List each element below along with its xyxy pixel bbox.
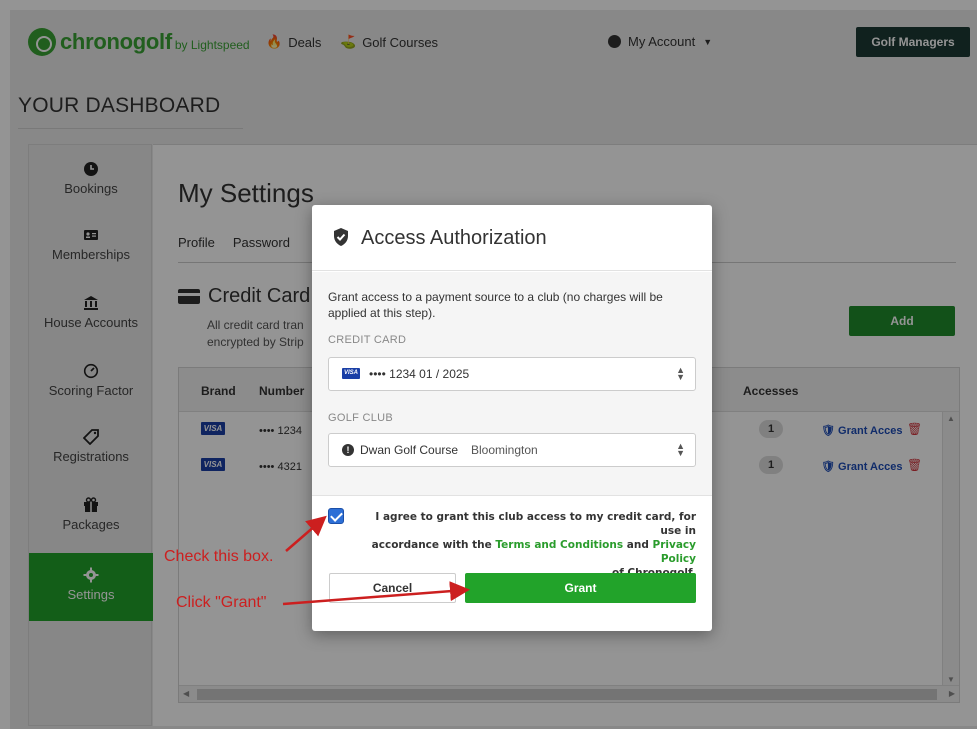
- annotation-click-grant: Click "Grant": [176, 594, 267, 611]
- credit-card-label: CREDIT CARD: [328, 334, 407, 346]
- credit-card-value: •••• 1234 01 / 2025: [369, 367, 470, 381]
- page: chronogolf by Lightspeed 🔥 Deals ⛳ Golf …: [0, 0, 977, 729]
- agree-line-2a: accordance with the: [371, 539, 496, 551]
- agree-line-2b: and: [623, 539, 653, 551]
- annotation-check-box: Check this box.: [164, 548, 274, 565]
- terms-link[interactable]: Terms and Conditions: [495, 539, 623, 551]
- golf-club-select[interactable]: ! Dwan Golf Course Bloomington ▲ ▼: [328, 433, 696, 467]
- modal-header: Access Authorization: [312, 205, 712, 271]
- agree-line-2: accordance with the Terms and Conditions…: [352, 538, 696, 566]
- credit-card-select[interactable]: VISA •••• 1234 01 / 2025 ▲ ▼: [328, 357, 696, 391]
- agree-line-1: I agree to grant this club access to my …: [375, 511, 696, 537]
- visa-brand-icon: VISA: [342, 368, 360, 379]
- modal-title: Access Authorization: [361, 227, 547, 249]
- modal-body: Grant access to a payment source to a cl…: [312, 272, 712, 496]
- grant-button[interactable]: Grant: [465, 573, 696, 603]
- privacy-policy-link[interactable]: Privacy Policy: [653, 539, 696, 565]
- agree-checkbox[interactable]: [328, 508, 344, 524]
- select-arrows-icon: ▲ ▼: [676, 441, 685, 458]
- select-arrows-icon: ▲ ▼: [676, 365, 685, 382]
- access-authorization-modal: Access Authorization Grant access to a p…: [312, 205, 712, 631]
- golf-club-name: Dwan Golf Course: [360, 443, 459, 457]
- golf-club-label: GOLF CLUB: [328, 412, 394, 424]
- modal-description: Grant access to a payment source to a cl…: [328, 290, 663, 320]
- shield-check-icon: [334, 228, 348, 246]
- golf-club-city: Bloomington: [471, 443, 538, 457]
- agree-text: I agree to grant this club access to my …: [352, 510, 696, 580]
- cancel-button[interactable]: Cancel: [329, 573, 456, 603]
- info-circle-icon: !: [342, 444, 354, 456]
